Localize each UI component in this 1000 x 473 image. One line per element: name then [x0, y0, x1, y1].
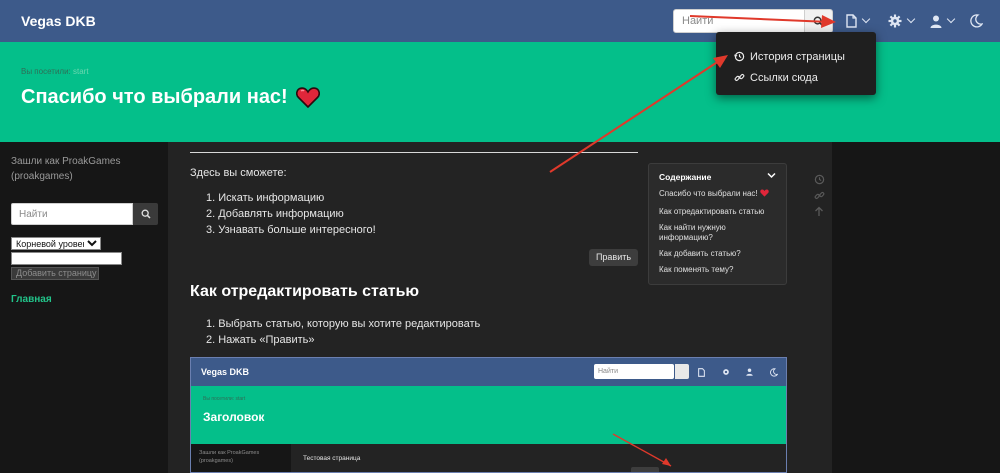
- menu-item-label: История страницы: [750, 50, 845, 63]
- page-title-text: Спасибо что выбрали нас!: [21, 86, 288, 108]
- toc-item[interactable]: Как отредактировать статью: [659, 207, 781, 217]
- arrow-up-icon: [815, 206, 823, 216]
- menu-item-label: Ссылки сюда: [750, 71, 818, 84]
- add-page-button[interactable]: Добавить страницу: [11, 267, 99, 280]
- chevron-down-icon: [946, 14, 956, 24]
- features-list: 1. Искать информацию 2. Добавлять информ…: [206, 190, 376, 238]
- history-tool-button[interactable]: [813, 173, 825, 185]
- history-icon: [814, 174, 824, 184]
- chevron-down-icon: [906, 14, 916, 24]
- sidebar-search-input[interactable]: [11, 203, 133, 225]
- menu-item-backlinks[interactable]: Ссылки сюда: [716, 67, 876, 88]
- toc-item[interactable]: Спасибо что выбрали нас!: [659, 189, 781, 199]
- search-icon: [813, 16, 824, 26]
- site-tools-menu-button[interactable]: [888, 13, 916, 29]
- backlinks-tool-button[interactable]: [813, 189, 825, 201]
- user-icon: [930, 15, 942, 28]
- list-item: 2. Добавлять информацию: [206, 208, 344, 220]
- chevron-down-icon[interactable]: [767, 172, 776, 179]
- toc-item-label: Спасибо что выбрали нас!: [659, 189, 758, 198]
- gear-icon: [888, 14, 902, 28]
- link-icon: [734, 74, 745, 81]
- intro-text: Здесь вы сможете:: [190, 167, 287, 179]
- sidebar-search-button[interactable]: [133, 203, 158, 225]
- page-title: Спасибо что выбрали нас!: [21, 86, 320, 109]
- breadcrumb-prefix: Вы посетили:: [21, 67, 73, 76]
- chevron-down-icon: [861, 14, 871, 24]
- heart-icon: [295, 87, 320, 108]
- toc-item[interactable]: Как найти нужную информацию?: [659, 223, 781, 243]
- page-tools-dropdown: История страницы Ссылки сюда: [716, 32, 876, 95]
- breadcrumb: Вы посетили: start: [21, 67, 89, 76]
- back-to-top-button[interactable]: [813, 205, 825, 217]
- list-item: 3. Узнавать больше интересного!: [206, 224, 376, 236]
- link-icon: [814, 191, 824, 199]
- heart-icon: [760, 189, 769, 197]
- menu-item-page-history[interactable]: История страницы: [716, 46, 876, 67]
- page-tools-menu-button[interactable]: [846, 13, 871, 29]
- toc-item[interactable]: Как добавить статью?: [659, 249, 781, 259]
- user-menu-button[interactable]: [930, 13, 956, 29]
- screenshot-annotation-arrow: [612, 433, 672, 467]
- toc-title: Содержание: [659, 172, 712, 182]
- edit-section-button[interactable]: Править: [589, 249, 638, 266]
- sidebar-search: [11, 203, 158, 225]
- history-icon: [734, 51, 745, 62]
- navbar-search-button[interactable]: [805, 9, 833, 33]
- toc-item[interactable]: Как поменять тему?: [659, 265, 781, 275]
- navbar-search: [673, 9, 833, 33]
- breadcrumb-link[interactable]: start: [73, 67, 89, 76]
- list-item: 2. Нажать «Править»: [206, 334, 315, 346]
- sidebar-item-home[interactable]: Главная: [11, 294, 52, 305]
- login-info: Зашли как ProakGames (proakgames): [11, 156, 121, 182]
- moon-icon: [970, 14, 983, 28]
- brand-title[interactable]: Vegas DKB: [21, 13, 96, 29]
- page-icon: [846, 14, 857, 28]
- right-gutter: [832, 142, 1000, 473]
- list-item: 1. Выбрать статью, которую вы хотите ред…: [206, 318, 481, 330]
- search-icon: [141, 209, 151, 219]
- section-divider: [190, 152, 638, 153]
- navbar-search-input[interactable]: [673, 9, 805, 33]
- list-item: 1. Искать информацию: [206, 192, 325, 204]
- section-heading: Как отредактировать статью: [190, 283, 420, 300]
- namespace-select[interactable]: Корневой уровень: [11, 237, 101, 250]
- theme-toggle-button[interactable]: [970, 13, 983, 29]
- steps-list: 1. Выбрать статью, которую вы хотите ред…: [206, 316, 480, 348]
- sidebar: [0, 142, 168, 473]
- table-of-contents: Содержание Спасибо что выбрали нас! Как …: [648, 163, 787, 285]
- new-page-name-input[interactable]: [11, 252, 122, 265]
- example-screenshot-image: Vegas DKB Найти Вы посетили: start Загол…: [190, 357, 787, 473]
